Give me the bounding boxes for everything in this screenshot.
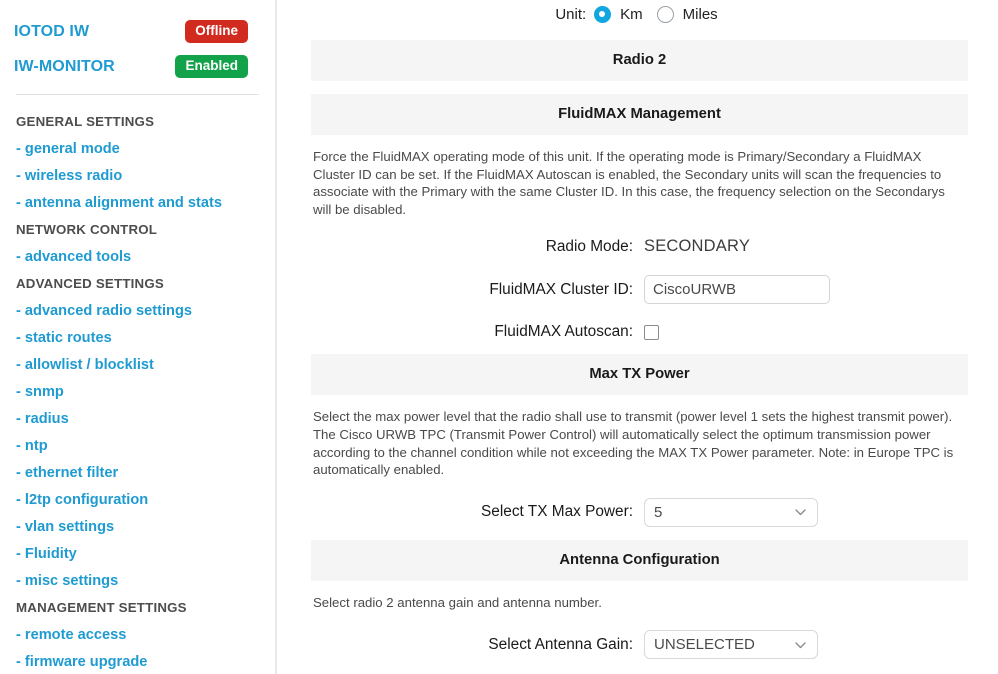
sidebar-item-remote-access[interactable]: - remote access <box>14 622 261 649</box>
sidebar-link-iw-monitor[interactable]: IW-MONITOR <box>14 58 115 76</box>
row-radio-mode: Radio Mode: SECONDARY <box>311 237 968 256</box>
sidebar-item-static-routes[interactable]: - static routes <box>14 325 261 352</box>
row-fluidmax-cluster-id: FluidMAX Cluster ID: <box>311 275 968 305</box>
nav-group-advanced-settings: ADVANCED SETTINGS <box>16 276 164 291</box>
sidebar-item-ethernet-filter[interactable]: - ethernet filter <box>14 460 261 487</box>
radio-mode-value: SECONDARY <box>644 237 751 256</box>
sidebar-item-fluidity[interactable]: - Fluidity <box>14 541 261 568</box>
section-header-fluidmax-management: FluidMAX Management <box>311 94 968 135</box>
sidebar-item-antenna-alignment-and-stats[interactable]: - antenna alignment and stats <box>14 190 261 217</box>
antenna-description: Select radio 2 antenna gain and antenna … <box>313 594 602 610</box>
unit-label: Unit: <box>555 5 587 23</box>
brand-row-iotod: IOTOD IW Offline <box>14 16 261 47</box>
select-antenna-gain-label: Select Antenna Gain: <box>488 635 633 653</box>
sidebar-item-advanced-radio-settings[interactable]: - advanced radio settings <box>14 298 261 325</box>
unit-radio-miles[interactable] <box>656 5 674 23</box>
fluidmax-autoscan-label: FluidMAX Autoscan: <box>494 323 633 341</box>
sidebar-item-wireless-radio[interactable]: - wireless radio <box>14 163 261 190</box>
sidebar-item-snmp[interactable]: - snmp <box>14 379 261 406</box>
chevron-down-icon <box>794 506 807 519</box>
sidebar-item-vlan-settings[interactable]: - vlan settings <box>14 514 261 541</box>
status-badge-iotod: Offline <box>185 20 248 43</box>
nav-group-management-settings: MANAGEMENT SETTINGS <box>16 600 187 615</box>
sidebar-item-advanced-tools[interactable]: - advanced tools <box>14 244 261 271</box>
select-antenna-gain-dropdown[interactable]: UNSELECTED <box>644 630 818 660</box>
fluidmax-description: Force the FluidMAX operating mode of thi… <box>313 149 945 217</box>
sidebar-divider <box>16 94 259 95</box>
sidebar-item-radius[interactable]: - radius <box>14 406 261 433</box>
fluidmax-cluster-id-label: FluidMAX Cluster ID: <box>489 280 633 298</box>
fluidmax-cluster-id-input[interactable] <box>644 275 830 305</box>
unit-radio-km[interactable] <box>594 5 612 23</box>
select-tx-max-power-value: 5 <box>654 503 663 521</box>
unit-radio-miles-label: Miles <box>682 5 718 23</box>
select-tx-max-power-label: Select TX Max Power: <box>481 503 633 521</box>
sidebar-item-ntp[interactable]: - ntp <box>14 433 261 460</box>
section-header-max-tx-power: Max TX Power <box>311 354 968 396</box>
row-fluidmax-autoscan: FluidMAX Autoscan: <box>311 323 968 341</box>
nav-group-network-control: NETWORK CONTROL <box>16 222 158 237</box>
brand-row-iw-monitor: IW-MONITOR Enabled <box>14 51 261 82</box>
select-antenna-gain-value: UNSELECTED <box>654 636 755 654</box>
unit-selector-row: Unit: Km Miles <box>311 0 968 27</box>
fluidmax-autoscan-checkbox[interactable] <box>644 324 659 340</box>
sidebar-item-general-mode[interactable]: - general mode <box>14 136 261 163</box>
row-select-tx-max-power: Select TX Max Power: 5 <box>311 497 968 527</box>
sidebar-item-firmware-upgrade[interactable]: - firmware upgrade <box>14 649 261 674</box>
radio-mode-label: Radio Mode: <box>545 237 633 255</box>
sidebar-link-iotod-iw[interactable]: IOTOD IW <box>14 23 89 41</box>
unit-radio-km-label: Km <box>620 5 643 23</box>
main-content: Unit: Km Miles Radio 2 FluidMAX Manageme… <box>277 0 998 674</box>
section-header-antenna-configuration: Antenna Configuration <box>311 539 968 581</box>
status-badge-iw-monitor: Enabled <box>175 55 248 78</box>
sidebar-item-l2tp-configuration[interactable]: - l2tp configuration <box>14 487 261 514</box>
select-tx-max-power-dropdown[interactable]: 5 <box>644 497 818 527</box>
nav-group-general-settings: GENERAL SETTINGS <box>16 114 155 129</box>
sidebar: IOTOD IW Offline IW-MONITOR Enabled GENE… <box>0 0 277 674</box>
section-header-radio-2: Radio 2 <box>311 40 968 81</box>
row-select-antenna-gain: Select Antenna Gain: UNSELECTED <box>311 630 968 660</box>
sidebar-item-misc-settings[interactable]: - misc settings <box>14 568 261 595</box>
max-tx-power-description: Select the max power level that the radi… <box>313 409 954 478</box>
app-root: IOTOD IW Offline IW-MONITOR Enabled GENE… <box>0 0 998 674</box>
chevron-down-icon <box>794 638 807 651</box>
sidebar-item-allowlist-blocklist[interactable]: - allowlist / blocklist <box>14 352 261 379</box>
